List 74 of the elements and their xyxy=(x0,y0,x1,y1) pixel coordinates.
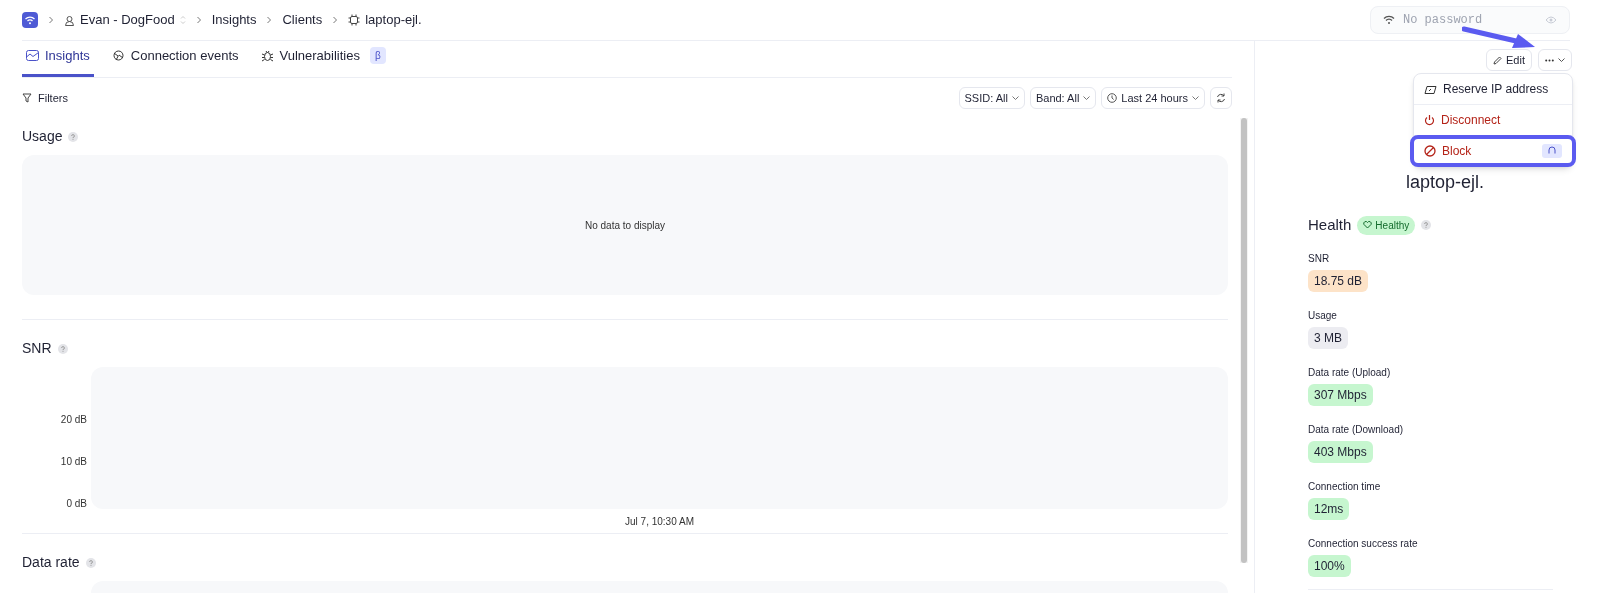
metric-value: 307 Mbps xyxy=(1308,383,1373,406)
caret-icon xyxy=(1558,58,1565,62)
section-title: SNR xyxy=(22,339,52,358)
wifi-icon xyxy=(1383,15,1395,25)
help-icon[interactable] xyxy=(85,557,96,568)
filter-icon xyxy=(22,93,32,103)
tag-icon xyxy=(1424,83,1437,95)
beta-badge: β xyxy=(369,46,386,64)
power-icon xyxy=(1424,114,1435,126)
breadcrumb-link[interactable]: Evan - DogFood xyxy=(80,10,175,30)
clock-icon xyxy=(1107,93,1118,103)
block-icon xyxy=(1424,145,1436,157)
axis-label: 20 dB xyxy=(60,415,87,425)
help-icon[interactable] xyxy=(1421,220,1432,231)
cycle-icon xyxy=(111,48,125,62)
section-title: Usage xyxy=(22,127,63,146)
shortcut-icon xyxy=(1542,144,1562,158)
chevron-icon xyxy=(266,16,273,24)
breadcrumb-link[interactable]: Clients xyxy=(282,10,323,30)
chevron-icon xyxy=(195,16,202,24)
bug-icon xyxy=(260,48,274,62)
axis-label: 10 dB xyxy=(60,457,87,467)
breadcrumb-link[interactable]: laptop-ejl. xyxy=(365,10,422,30)
device-name: laptop-ejl. xyxy=(1404,171,1485,194)
health-badge: Healthy xyxy=(1357,215,1416,235)
tab[interactable]: Insights xyxy=(22,45,94,77)
filters-label[interactable]: Filters xyxy=(38,89,68,107)
axis-label: 0 dB xyxy=(66,499,87,509)
caret-icon xyxy=(1192,96,1199,100)
menu-item[interactable]: Reserve IP address xyxy=(1414,77,1572,101)
filter-dropdown[interactable]: Band: All xyxy=(1029,87,1097,109)
help-icon[interactable] xyxy=(57,343,68,354)
metric-label: Connection time xyxy=(1308,479,1381,494)
caret-icon xyxy=(1083,96,1091,100)
metric-label: Connection success rate xyxy=(1308,536,1418,551)
caret-icon xyxy=(1011,96,1019,100)
edit-button[interactable]: Edit xyxy=(1486,49,1532,71)
chip-icon xyxy=(348,14,361,26)
empty-message: No data to display xyxy=(584,218,666,233)
help-icon[interactable] xyxy=(68,131,79,142)
chart-icon xyxy=(26,49,39,62)
password-input[interactable]: No password xyxy=(1403,11,1537,29)
section-title: Data rate xyxy=(22,553,80,572)
metric-label: SNR xyxy=(1308,251,1330,266)
more-button[interactable] xyxy=(1538,49,1572,71)
breadcrumb-link[interactable]: Insights xyxy=(211,10,257,30)
tab[interactable]: Vulnerabilities β xyxy=(256,45,390,77)
metric-value: 100% xyxy=(1308,554,1351,577)
eye-icon[interactable] xyxy=(1545,16,1557,24)
user-icon xyxy=(64,14,75,26)
tab[interactable]: Connection events xyxy=(107,45,243,77)
health-label: Health xyxy=(1308,215,1352,235)
app-logo xyxy=(22,12,38,28)
chevron-icon xyxy=(332,16,339,24)
metric-value: 12ms xyxy=(1308,497,1350,520)
metric-label: Data rate (Download) xyxy=(1308,422,1404,437)
metric-label: Data rate (Upload) xyxy=(1308,365,1391,380)
refresh-button[interactable] xyxy=(1210,87,1232,109)
scrollbar-thumb[interactable] xyxy=(1241,118,1247,563)
ellipsis-icon xyxy=(1545,58,1554,62)
chevron-icon xyxy=(48,16,54,24)
metric-value: 3 MB xyxy=(1308,326,1348,349)
filter-dropdown[interactable]: Last 24 hours xyxy=(1101,87,1205,109)
axis-label: Jul 7, 10:30 AM xyxy=(625,514,694,529)
pencil-icon xyxy=(1493,55,1503,65)
metric-value: 403 Mbps xyxy=(1308,440,1373,463)
password-field[interactable]: No password xyxy=(1370,6,1570,34)
filter-dropdown[interactable]: SSID: All xyxy=(958,87,1025,109)
sort-icon xyxy=(179,15,186,25)
metric-value: 18.75 dB xyxy=(1308,269,1369,292)
metric-label: Usage xyxy=(1308,308,1337,323)
heart-icon xyxy=(1363,221,1373,230)
refresh-icon xyxy=(1216,93,1226,103)
menu-item[interactable]: Disconnect xyxy=(1414,108,1572,132)
